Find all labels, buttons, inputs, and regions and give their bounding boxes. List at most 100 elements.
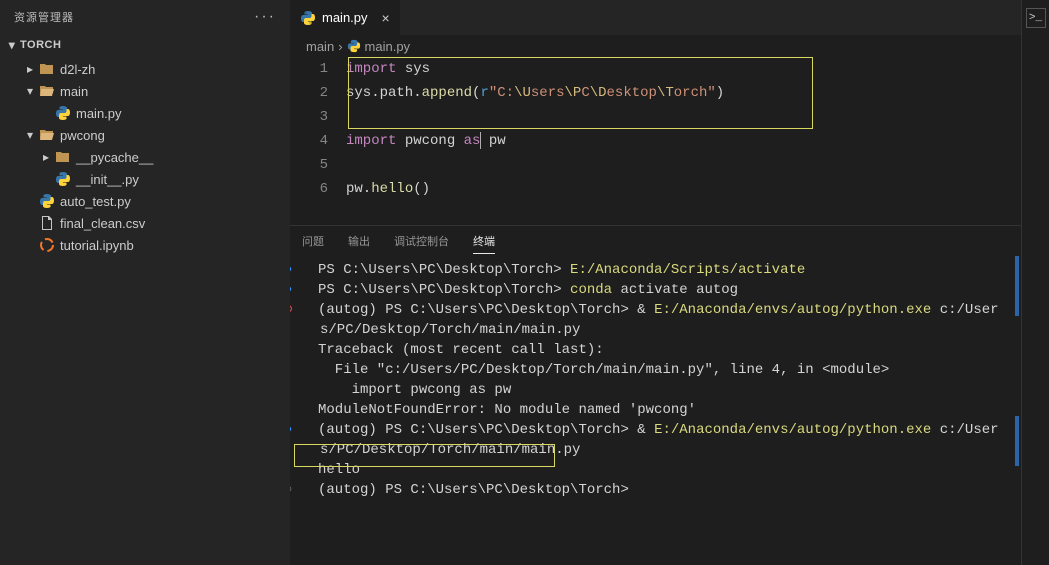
code-content[interactable]: import sys sys.path.append(r"C:\Users\PC…: [346, 57, 1021, 225]
str: esktop: [607, 85, 657, 101]
cmd: conda: [570, 282, 612, 298]
project-header[interactable]: ▾ TORCH: [0, 34, 290, 56]
traceback: Traceback (most recent call last):: [318, 342, 604, 358]
cmd: E:/Anaconda/envs/autog/python.exe: [654, 302, 931, 318]
tab-debug[interactable]: 调试控制台: [394, 229, 449, 253]
traceback: File "c:/Users/PC/Desktop/Torch/main/mai…: [318, 362, 889, 378]
prompt: (autog) PS C:\Users\PC\Desktop\Torch> &: [318, 422, 654, 438]
traceback: import pwcong as pw: [318, 382, 511, 398]
chevron-down-icon: ▾: [22, 127, 38, 143]
str: "C:: [489, 85, 514, 101]
fn-append: append: [422, 85, 472, 101]
folder-open-icon: [38, 126, 56, 144]
esc: \U: [514, 85, 531, 101]
breadcrumb-seg[interactable]: main.py: [365, 39, 411, 54]
tree-item-pwcong[interactable]: ▾pwcong: [0, 124, 290, 146]
prompt: (autog) PS C:\Users\PC\Desktop\Torch> &: [318, 302, 654, 318]
error-msg: ModuleNotFoundError: No module named 'pw…: [318, 402, 696, 418]
tree-item-label: final_clean.csv: [60, 216, 145, 231]
folder-open-icon: [38, 82, 56, 100]
folder-icon: [38, 60, 56, 78]
tree-item-main[interactable]: ▾ main: [0, 80, 290, 102]
bottom-panel: 问题 输出 调试控制台 终端 ●PS C:\Users\PC\Desktop\T…: [290, 225, 1021, 565]
expr: pw.: [346, 181, 371, 197]
output-hello: hello: [318, 462, 360, 478]
esc: \T: [657, 85, 674, 101]
more-icon[interactable]: ···: [254, 8, 276, 26]
str: sers: [531, 85, 565, 101]
prompt: PS C:\Users\PC\Desktop\Torch>: [318, 282, 570, 298]
prompt: (autog) PS C:\Users\PC\Desktop\Torch>: [318, 482, 629, 498]
line-number: 2: [290, 81, 328, 105]
raw-prefix: r: [480, 85, 488, 101]
esc: \P: [565, 85, 582, 101]
terminal-side-icon[interactable]: >_: [1026, 8, 1046, 28]
tree-item-__init__py[interactable]: ▸__init__.py: [0, 168, 290, 190]
kw-import: import: [346, 61, 396, 77]
line-number: 6: [290, 177, 328, 201]
expr: sys.path.: [346, 85, 422, 101]
tree-item-label: main.py: [76, 106, 122, 121]
args: activate autog: [612, 282, 738, 298]
python-icon: [54, 170, 72, 188]
panel-tabbar: 问题 输出 调试控制台 终端: [290, 226, 1021, 256]
kw-import: import: [346, 133, 396, 149]
line-gutter: 123456: [290, 57, 346, 225]
module: pwcong: [396, 133, 463, 149]
tree-item-label: __init__.py: [76, 172, 139, 187]
jupyter-icon: [38, 236, 56, 254]
editor-tabbar: main.py ×: [290, 0, 1021, 35]
line-number: 4: [290, 129, 328, 153]
fn-hello: hello: [371, 181, 413, 197]
chevron-right-icon: ›: [338, 39, 342, 54]
chevron-down-icon: ▾: [4, 37, 20, 53]
explorer-sidebar: 资源管理器 ··· ▾ TORCH ▸d2l-zh▾main▸main.py▾p…: [0, 0, 290, 565]
terminal[interactable]: ●PS C:\Users\PC\Desktop\Torch> E:/Anacon…: [290, 256, 1021, 565]
chevron-right-icon: ▸: [38, 149, 54, 165]
python-icon: [347, 39, 361, 53]
explorer-title: 资源管理器: [14, 9, 74, 25]
explorer-header: 资源管理器 ···: [0, 0, 290, 34]
chevron-right-icon: ▸: [22, 61, 38, 77]
tree-item-__pycache__[interactable]: ▸ __pycache__: [0, 146, 290, 168]
str: orch": [674, 85, 716, 101]
python-icon: [54, 104, 72, 122]
python-icon: [38, 192, 56, 210]
bullet-icon: ●: [302, 260, 314, 280]
paren: (): [413, 181, 430, 197]
error-bullet-icon: ⊗: [302, 300, 314, 320]
tree-item-label: __pycache__: [76, 150, 153, 165]
tree-item-d2lzh[interactable]: ▸ d2l-zh: [0, 58, 290, 80]
bullet-icon: ○: [302, 480, 314, 500]
tree-item-label: main: [60, 84, 88, 99]
line-number: 5: [290, 153, 328, 177]
tab-problems[interactable]: 问题: [302, 229, 324, 253]
python-icon: [300, 10, 316, 26]
kw-as: as: [464, 133, 481, 149]
right-rail: >_: [1021, 0, 1049, 565]
chevron-down-icon: ▾: [22, 83, 38, 99]
tree-item-label: tutorial.ipynb: [60, 238, 134, 253]
tree-item-final_cleancsv[interactable]: ▸final_clean.csv: [0, 212, 290, 234]
paren: ): [716, 85, 724, 101]
prompt: PS C:\Users\PC\Desktop\Torch>: [318, 262, 570, 278]
project-name: TORCH: [20, 39, 61, 51]
breadcrumb-seg[interactable]: main: [306, 39, 334, 54]
breadcrumb[interactable]: main › main.py: [290, 35, 1021, 57]
folder-icon: [54, 148, 72, 166]
line-number: 3: [290, 105, 328, 129]
tree-item-label: d2l-zh: [60, 62, 95, 77]
tree-item-auto_testpy[interactable]: ▸auto_test.py: [0, 190, 290, 212]
editor-tab-mainpy[interactable]: main.py ×: [290, 0, 401, 35]
tab-terminal[interactable]: 终端: [473, 229, 495, 254]
tree-item-mainpy[interactable]: ▸main.py: [0, 102, 290, 124]
close-icon[interactable]: ×: [382, 10, 390, 26]
file-tree: ▸d2l-zh▾main▸main.py▾pwcong▸__pycache__▸…: [0, 56, 290, 256]
bullet-icon: ●: [302, 280, 314, 300]
tab-output[interactable]: 输出: [348, 229, 370, 253]
esc: \D: [590, 85, 607, 101]
tree-item-tutorialipynb[interactable]: ▸tutorial.ipynb: [0, 234, 290, 256]
tree-item-label: auto_test.py: [60, 194, 131, 209]
bullet-icon: ●: [302, 420, 314, 440]
code-editor[interactable]: 123456 import sys sys.path.append(r"C:\U…: [290, 57, 1021, 225]
